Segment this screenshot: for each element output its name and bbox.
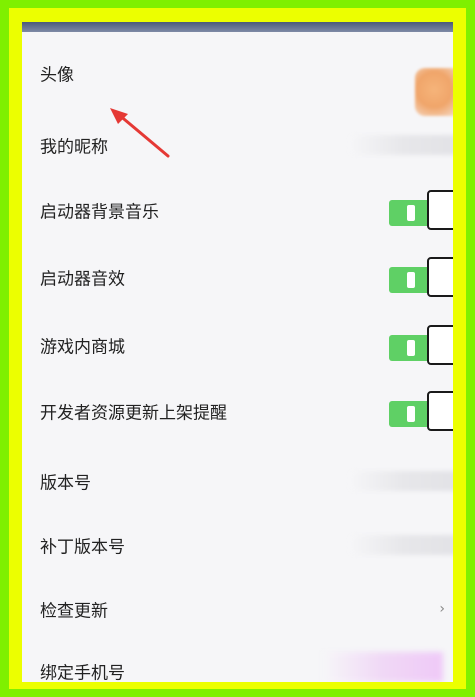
dev-updates-toggle[interactable] — [389, 391, 453, 431]
toggle-knob — [427, 325, 453, 365]
settings-label: 游戏内商城 — [40, 337, 125, 358]
patch-version-value — [349, 535, 453, 555]
bgm-toggle[interactable] — [389, 190, 453, 230]
settings-label: 启动器音效 — [40, 269, 125, 290]
settings-label: 头像 — [40, 65, 74, 86]
settings-row-version: 版本号 — [22, 448, 453, 514]
chevron-right-icon: › — [439, 601, 445, 617]
sfx-toggle[interactable] — [389, 257, 453, 297]
shop-toggle[interactable] — [389, 325, 453, 365]
settings-label: 版本号 — [40, 473, 91, 494]
settings-row-bgm[interactable]: 启动器背景音乐 — [22, 177, 453, 243]
toggle-knob — [427, 257, 453, 297]
settings-row-sfx[interactable]: 启动器音效 — [22, 244, 453, 310]
settings-label: 启动器背景音乐 — [40, 202, 159, 223]
nickname-value — [349, 135, 453, 155]
version-value — [349, 471, 453, 491]
settings-row-patch-version: 补丁版本号 — [22, 512, 453, 578]
settings-row-avatar[interactable]: 头像 — [22, 40, 453, 116]
settings-label: 补丁版本号 — [40, 537, 125, 558]
settings-label: 我的昵称 — [40, 137, 108, 158]
settings-label: 检查更新 — [40, 601, 108, 622]
blurred-overlay — [323, 652, 443, 682]
settings-label: 绑定手机号 — [40, 663, 125, 683]
settings-screen: 头像 我的昵称 启动器背景音乐 启动器音效 游戏内商城 开发者资源更新上架提醒 … — [22, 22, 453, 682]
settings-row-dev-updates[interactable]: 开发者资源更新上架提醒 — [22, 378, 453, 444]
toggle-knob — [427, 391, 453, 431]
settings-row-check-update[interactable]: 检查更新 › — [22, 576, 453, 642]
settings-row-shop[interactable]: 游戏内商城 — [22, 312, 453, 378]
settings-label: 开发者资源更新上架提醒 — [40, 403, 227, 424]
toggle-knob — [427, 190, 453, 230]
settings-row-nickname[interactable]: 我的昵称 — [22, 112, 453, 178]
status-bar — [22, 22, 453, 32]
avatar[interactable] — [415, 68, 453, 116]
